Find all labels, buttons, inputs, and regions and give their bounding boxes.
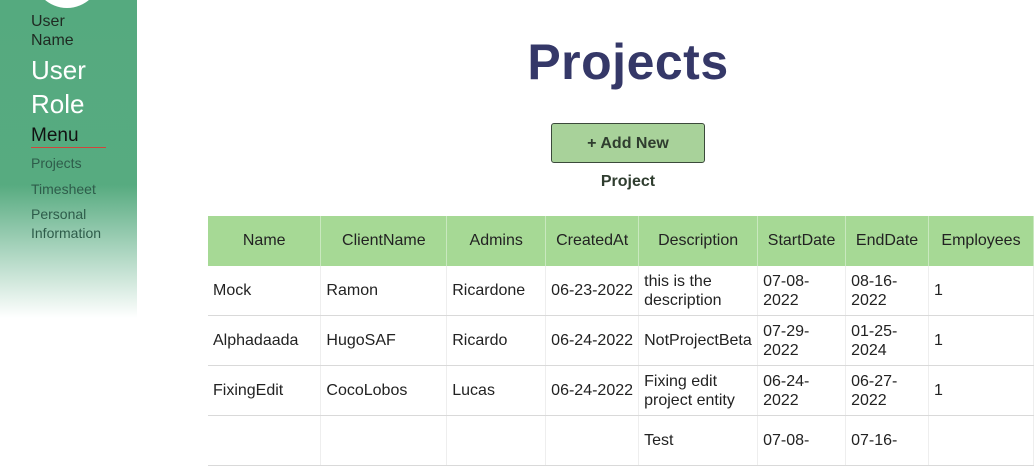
cell-enddate: 06-27-2022: [845, 365, 930, 416]
page-title: Projects: [527, 34, 729, 90]
cell-description: Test: [638, 415, 759, 466]
column-header-startdate[interactable]: StartDate: [757, 216, 847, 266]
sidebar-item-personal-information[interactable]: Personal Information: [31, 205, 131, 243]
cell-createdat: 06-24-2022: [545, 365, 640, 416]
cell-employees: 1: [928, 365, 1034, 416]
column-header-employees[interactable]: Employees: [928, 216, 1034, 266]
cell-description: this is the description: [638, 266, 759, 316]
cell-name: FixingEdit: [208, 365, 322, 416]
sidebar-item-projects[interactable]: Projects: [31, 154, 131, 173]
cell-name: [208, 415, 322, 466]
cell-admins: [446, 415, 547, 466]
cell-enddate: 01-25-2024: [845, 315, 930, 366]
cell-clientname: Ramon: [320, 266, 448, 316]
menu-title: Menu: [31, 125, 79, 146]
table-row[interactable]: FixingEdit CocoLobos Lucas 06-24-2022 Fi…: [208, 365, 1034, 416]
sidebar-item-timesheet[interactable]: Timesheet: [31, 180, 131, 199]
cell-clientname: [320, 415, 448, 466]
sidebar: User Name User Role Menu Projects Timesh…: [0, 0, 137, 318]
user-name: User Name: [31, 13, 74, 49]
cell-createdat: 06-23-2022: [545, 266, 640, 316]
cell-startdate: 07-29-2022: [757, 315, 847, 366]
table-row[interactable]: Test 07-08- 07-16-: [208, 415, 1034, 466]
cell-enddate: 07-16-: [845, 415, 930, 466]
menu-divider: [31, 147, 106, 148]
user-role: User Role: [31, 55, 86, 119]
cell-employees: 1: [928, 266, 1034, 316]
table-header-row: Name ClientName Admins CreatedAt Descrip…: [208, 216, 1034, 266]
cell-description: Fixing edit project entity: [638, 365, 759, 416]
avatar: [33, 0, 101, 8]
cell-enddate: 08-16-2022: [845, 266, 930, 316]
column-header-name[interactable]: Name: [208, 216, 322, 266]
cell-startdate: 07-08-: [757, 415, 847, 466]
column-header-enddate[interactable]: EndDate: [845, 216, 930, 266]
cell-createdat: [545, 415, 640, 466]
cell-admins: Lucas: [446, 365, 547, 416]
cell-description: NotProjectBeta: [638, 315, 759, 366]
cell-clientname: HugoSAF: [320, 315, 448, 366]
column-header-createdat[interactable]: CreatedAt: [545, 216, 640, 266]
cell-startdate: 06-24-2022: [757, 365, 847, 416]
cell-admins: Ricardone: [446, 266, 547, 316]
cell-admins: Ricardo: [446, 315, 547, 366]
cell-createdat: 06-24-2022: [545, 315, 640, 366]
cell-name: Mock: [208, 266, 322, 316]
column-header-clientname[interactable]: ClientName: [320, 216, 448, 266]
cell-employees: 1: [928, 315, 1034, 366]
column-header-admins[interactable]: Admins: [446, 216, 547, 266]
cell-startdate: 07-08-2022: [757, 266, 847, 316]
projects-table: Name ClientName Admins CreatedAt Descrip…: [208, 216, 1034, 466]
cell-name: Alphadaada: [208, 315, 322, 366]
cell-clientname: CocoLobos: [320, 365, 448, 416]
add-new-project-button[interactable]: + Add New Project: [551, 123, 705, 190]
table-row[interactable]: Mock Ramon Ricardone 06-23-2022 this is …: [208, 266, 1034, 316]
table-row[interactable]: Alphadaada HugoSAF Ricardo 06-24-2022 No…: [208, 315, 1034, 366]
column-header-description[interactable]: Description: [638, 216, 759, 266]
cell-employees: [928, 415, 1034, 466]
